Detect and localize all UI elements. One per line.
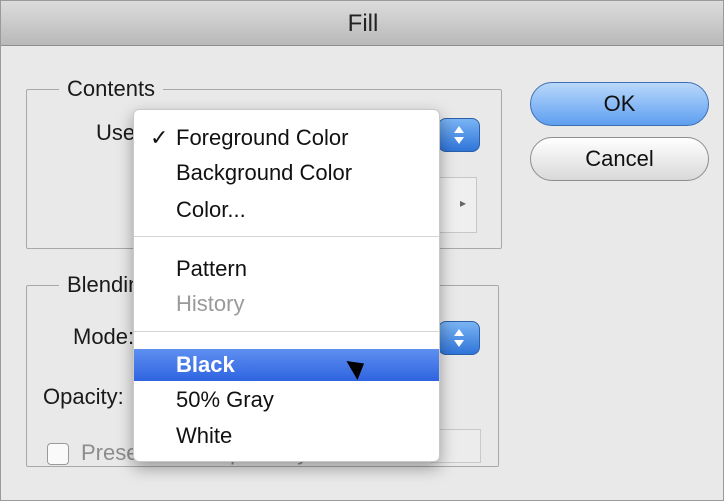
opacity-label: Opacity: [43,384,124,409]
menu-item-white[interactable]: White [134,420,439,452]
triangle-icon: ▸ [459,196,466,210]
mode-popup-button[interactable] [438,321,480,355]
arrow-down-icon [454,137,464,144]
menu-item-black[interactable]: Black [134,349,439,381]
contents-legend: Contents [59,75,164,103]
cancel-button[interactable]: Cancel [530,137,709,181]
window-title: Fill [1,1,723,46]
menu-separator [134,236,439,237]
ok-button[interactable]: OK [530,82,709,126]
menu-item-color[interactable]: Color... [134,194,439,226]
arrow-up-icon [454,126,464,133]
preserve-transparency-checkbox[interactable] [47,443,69,465]
menu-item-history: History [176,291,245,316]
menu-item-background-color[interactable]: Background Color [134,157,439,189]
menu-separator [134,331,439,332]
use-dropdown-menu: ✓ Foreground Color Background Color Colo… [133,109,440,462]
menu-item-foreground-color[interactable]: ✓ Foreground Color [134,122,439,154]
arrow-down-icon [454,340,464,347]
mode-label: Mode: [73,324,135,349]
checkmark-icon: ✓ [150,125,169,150]
menu-item-50-gray[interactable]: 50% Gray [134,384,439,416]
arrow-up-icon [454,329,464,336]
menu-item-pattern[interactable]: Pattern [134,253,439,285]
fill-dialog: Fill Contents Use: ▸ Blending Mode: Opac… [0,0,724,501]
use-popup-button[interactable] [438,118,480,152]
